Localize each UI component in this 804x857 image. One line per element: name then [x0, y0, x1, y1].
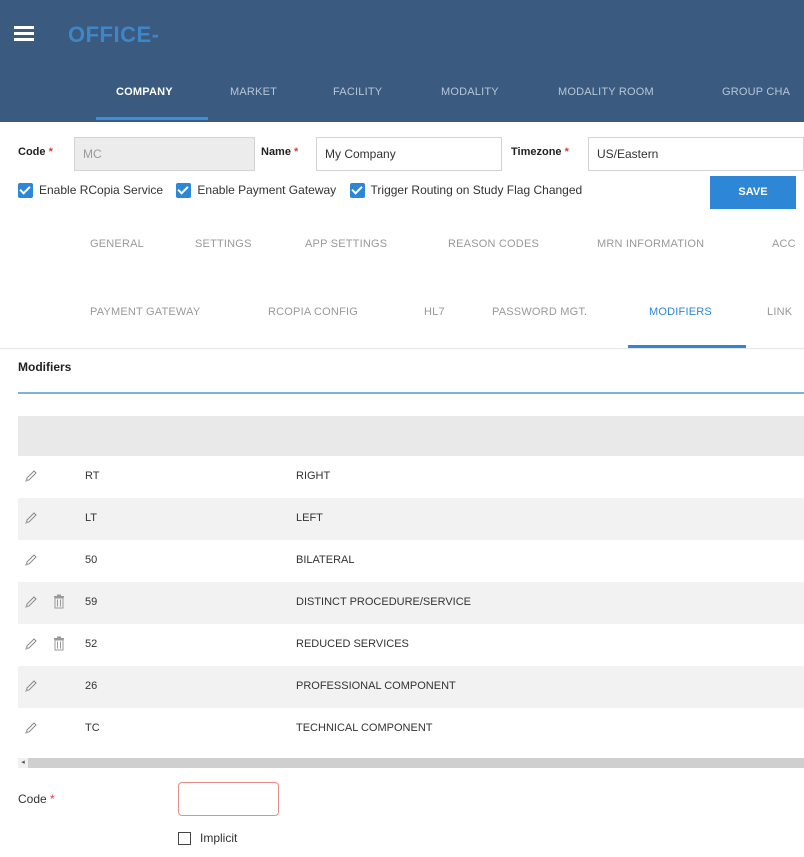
- table-row: 50 BILATERAL: [18, 540, 804, 582]
- nav-modality[interactable]: MODALITY: [441, 86, 499, 98]
- enable-rcopia-checkbox[interactable]: Enable RCopia Service: [18, 183, 163, 199]
- edit-icon[interactable]: [24, 553, 38, 567]
- table-row: 26 PROFESSIONAL COMPONENT: [18, 666, 804, 708]
- modifier-description: REDUCED SERVICES: [296, 638, 409, 650]
- tabs-divider: [0, 348, 804, 349]
- tab-rcopia-config[interactable]: RCOPIA CONFIG: [268, 306, 358, 318]
- menu-icon[interactable]: [14, 26, 34, 41]
- scroll-left-icon[interactable]: ◂: [18, 758, 28, 768]
- section-title: Modifiers: [18, 360, 72, 374]
- timezone-label: Timezone *: [511, 146, 569, 158]
- modifier-description: RIGHT: [296, 470, 331, 482]
- table-row: 52 REDUCED SERVICES: [18, 624, 804, 666]
- nav-group-cha[interactable]: GROUP CHA: [722, 86, 790, 98]
- tab-link[interactable]: LINK: [767, 306, 792, 318]
- modifier-code: 52: [85, 638, 98, 650]
- tab-settings[interactable]: SETTINGS: [195, 238, 252, 250]
- checkbox-checked-icon: [18, 183, 33, 199]
- trigger-routing-checkbox[interactable]: Trigger Routing on Study Flag Changed: [349, 183, 582, 199]
- modifier-code: TC: [85, 722, 100, 734]
- name-label: Name *: [261, 146, 299, 158]
- tab-password-mgt[interactable]: PASSWORD MGT.: [492, 306, 587, 318]
- horizontal-scrollbar[interactable]: ◂: [18, 758, 804, 768]
- table-row: TC TECHNICAL COMPONENT: [18, 708, 804, 750]
- tab-general[interactable]: GENERAL: [90, 238, 144, 250]
- checkbox-checked-icon: [176, 183, 192, 199]
- main-nav: COMPANY MARKET FACILITY MODALITY MODALIT…: [0, 76, 804, 122]
- nav-active-indicator: [96, 117, 208, 120]
- new-code-label: Code *: [18, 792, 55, 806]
- modifier-code: 59: [85, 596, 98, 608]
- delete-icon[interactable]: [53, 594, 65, 609]
- table-row: LT LEFT: [18, 498, 804, 540]
- modifier-code: 50: [85, 554, 98, 566]
- tab-mrn-information[interactable]: MRN INFORMATION: [597, 238, 704, 250]
- edit-icon[interactable]: [24, 469, 38, 483]
- modifier-code: LT: [85, 512, 98, 524]
- app-title: OFFICE-: [68, 22, 160, 47]
- delete-icon[interactable]: [53, 636, 65, 651]
- code-label: Code *: [18, 146, 53, 158]
- name-field[interactable]: My Company: [316, 137, 502, 171]
- edit-icon[interactable]: [24, 511, 38, 525]
- tab-payment-gateway[interactable]: PAYMENT GATEWAY: [90, 306, 200, 318]
- tab-modifiers[interactable]: MODIFIERS: [649, 306, 712, 318]
- edit-icon[interactable]: [24, 679, 38, 693]
- checkbox-checked-icon: [349, 183, 365, 199]
- tab-reason-codes[interactable]: REASON CODES: [448, 238, 539, 250]
- modifier-description: PROFESSIONAL COMPONENT: [296, 680, 456, 692]
- nav-company[interactable]: COMPANY: [116, 86, 173, 98]
- new-code-input[interactable]: [178, 782, 279, 816]
- edit-icon[interactable]: [24, 637, 38, 651]
- nav-market[interactable]: MARKET: [230, 86, 277, 98]
- options-row: Enable RCopia Service Enable Payment Gat…: [18, 183, 592, 201]
- modifier-description: DISTINCT PROCEDURE/SERVICE: [296, 596, 472, 608]
- modifier-description: TECHNICAL COMPONENT: [296, 722, 433, 734]
- enable-payment-gateway-checkbox[interactable]: Enable Payment Gateway: [176, 183, 336, 199]
- modifier-description: BILATERAL: [296, 554, 355, 566]
- modifier-description: LEFT: [296, 512, 323, 524]
- table-row: RT RIGHT: [18, 456, 804, 498]
- modifier-code: 26: [85, 680, 98, 692]
- edit-icon[interactable]: [24, 721, 38, 735]
- section-underline: [18, 392, 804, 394]
- implicit-checkbox[interactable]: Implicit: [178, 831, 237, 846]
- code-field: MC: [74, 137, 255, 171]
- table-row: 59 DISTINCT PROCEDURE/SERVICE: [18, 582, 804, 624]
- modifier-code: RT: [85, 470, 100, 482]
- nav-modality-room[interactable]: MODALITY ROOM: [558, 86, 654, 98]
- table-header: [18, 416, 804, 456]
- edit-icon[interactable]: [24, 595, 38, 609]
- tab-acc[interactable]: ACC: [772, 238, 796, 250]
- top-app-bar: OFFICE- COMPANY MARKET FACILITY MODALITY…: [0, 0, 804, 122]
- save-button[interactable]: SAVE: [710, 176, 796, 209]
- tab-app-settings[interactable]: APP SETTINGS: [305, 238, 387, 250]
- checkbox-unchecked-icon: [178, 832, 191, 846]
- tab-hl7[interactable]: HL7: [424, 306, 445, 318]
- nav-facility[interactable]: FACILITY: [333, 86, 382, 98]
- timezone-select[interactable]: US/Eastern: [588, 137, 804, 171]
